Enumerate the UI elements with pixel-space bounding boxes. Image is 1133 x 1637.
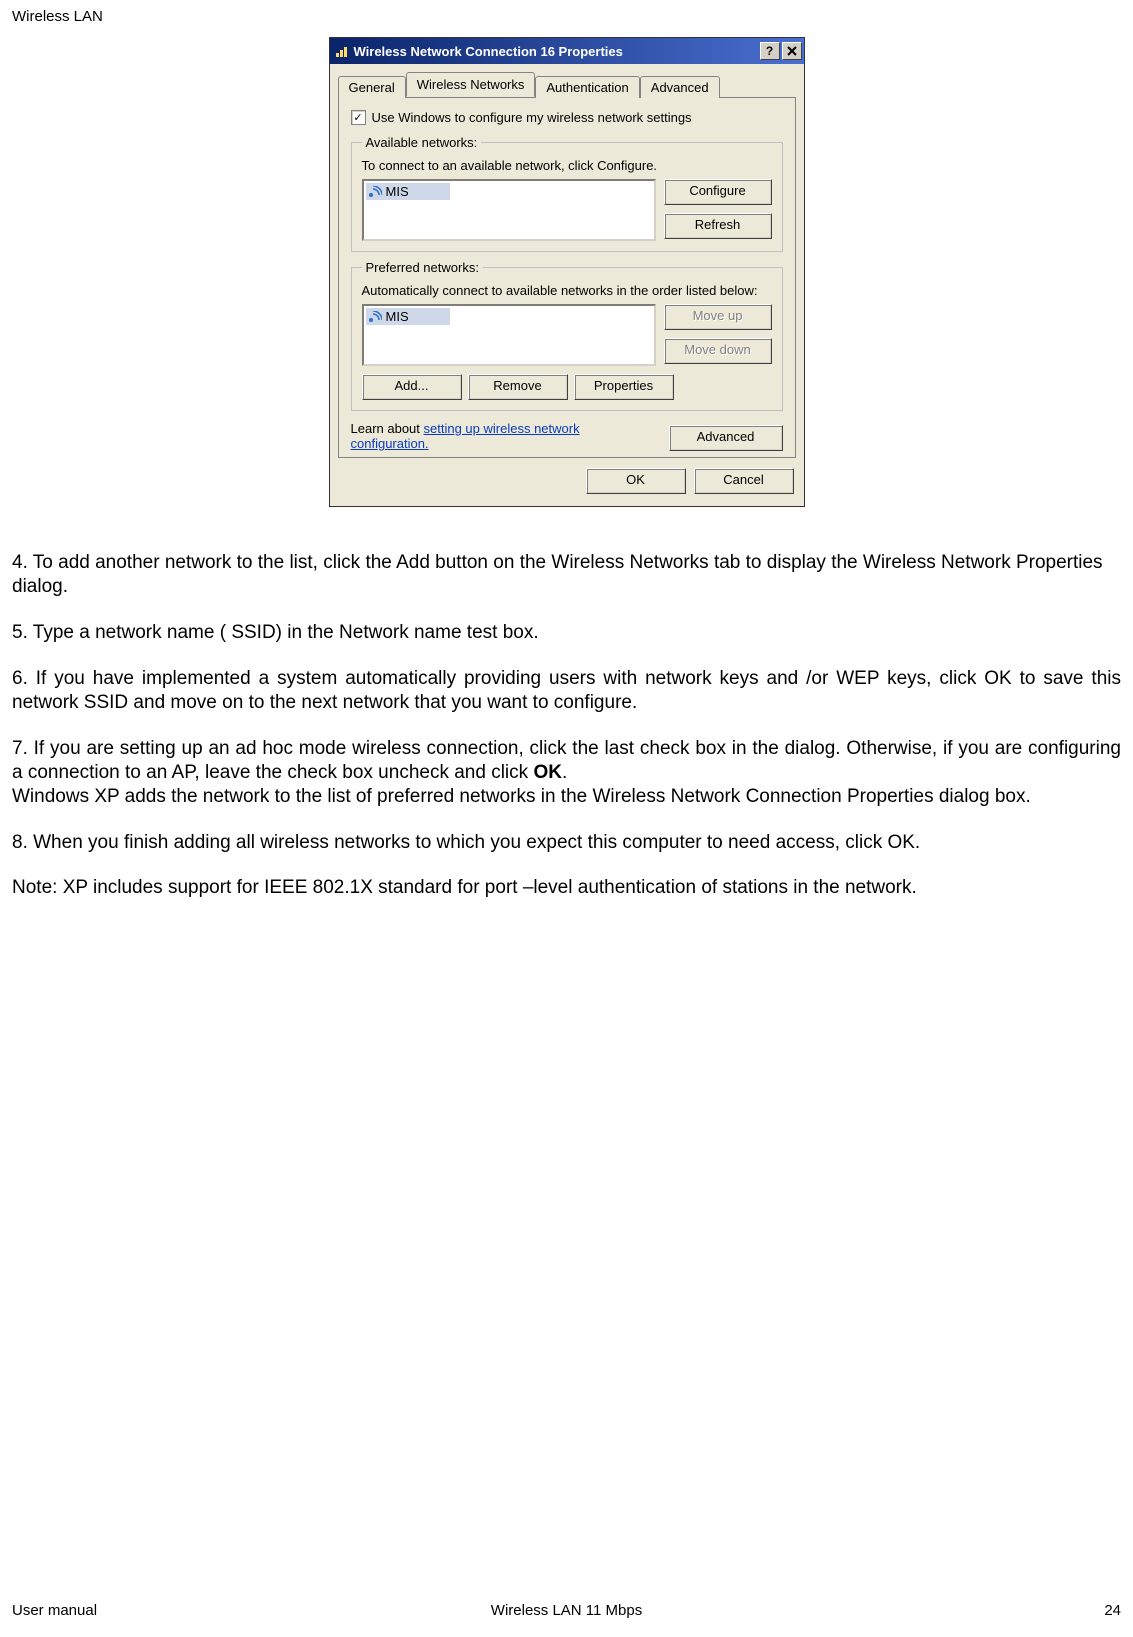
signal-icon [368,186,382,198]
available-text: To connect to an available network, clic… [362,158,772,173]
paragraph-7d: Windows XP adds the network to the list … [12,785,1121,809]
learn-prefix: Learn about [351,421,424,436]
dialog-footer: OK Cancel [330,458,804,506]
tab-authentication[interactable]: Authentication [535,76,639,98]
footer-center: Wireless LAN 11 Mbps [12,1602,1121,1619]
titlebar: Wireless Network Connection 16 Propertie… [330,38,804,64]
ok-bold: OK [533,762,562,783]
paragraph-note: Note: XP includes support for IEEE 802.1… [12,876,1121,900]
paragraph-7: 7. If you are setting up an ad hoc mode … [12,737,1121,785]
add-button[interactable]: Add... [362,374,462,400]
remove-button[interactable]: Remove [468,374,568,400]
available-networks-group: Available networks: To connect to an ava… [351,135,783,252]
tab-wireless-networks[interactable]: Wireless Networks [406,72,536,97]
configure-button[interactable]: Configure [664,179,772,205]
preferred-listbox[interactable]: MIS [362,304,656,366]
available-listbox[interactable]: MIS [362,179,656,241]
help-button[interactable]: ? [760,42,780,60]
properties-button[interactable]: Properties [574,374,674,400]
available-legend: Available networks: [362,135,482,150]
paragraph-7c: . [562,762,567,783]
paragraph-8: 8. When you finish adding all wireless n… [12,831,1121,855]
ok-button[interactable]: OK [586,468,686,494]
preferred-text: Automatically connect to available netwo… [362,283,772,298]
page-footer: User manual Wireless LAN 11 Mbps 24 [12,1602,1121,1619]
learn-text: Learn about setting up wireless network … [351,421,641,451]
paragraph-6: 6. If you have implemented a system auto… [12,667,1121,715]
paragraph-4: 4. To add another network to the list, c… [12,551,1121,599]
list-item-label: MIS [386,309,409,324]
close-button[interactable] [782,42,802,60]
paragraph-5: 5. Type a network name ( SSID) in the Ne… [12,621,1121,645]
tab-general[interactable]: General [338,76,406,98]
page-header: Wireless LAN [12,8,1121,25]
list-item-label: MIS [386,184,409,199]
move-down-button[interactable]: Move down [664,338,772,364]
signal-icon [368,311,382,323]
document-body: 4. To add another network to the list, c… [12,551,1121,900]
wireless-icon [334,43,350,59]
preferred-networks-group: Preferred networks: Automatically connec… [351,260,783,411]
cancel-button[interactable]: Cancel [694,468,794,494]
tabs: General Wireless Networks Authentication… [338,72,796,97]
use-windows-checkbox[interactable]: ✓ [351,110,366,125]
properties-dialog: Wireless Network Connection 16 Propertie… [329,37,805,507]
dialog-title: Wireless Network Connection 16 Propertie… [354,44,758,59]
tab-panel: ✓ Use Windows to configure my wireless n… [338,97,796,458]
list-item[interactable]: MIS [366,308,450,325]
preferred-legend: Preferred networks: [362,260,483,275]
list-item[interactable]: MIS [366,183,450,200]
refresh-button[interactable]: Refresh [664,213,772,239]
move-up-button[interactable]: Move up [664,304,772,330]
tab-advanced[interactable]: Advanced [640,76,720,98]
advanced-button[interactable]: Advanced [669,425,783,451]
use-windows-label: Use Windows to configure my wireless net… [372,110,692,125]
